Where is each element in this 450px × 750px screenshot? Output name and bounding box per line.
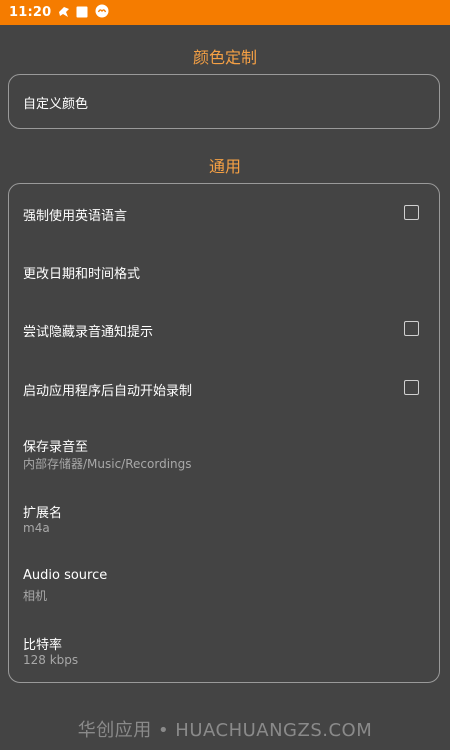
- section-title-color: 颜色定制: [192, 48, 257, 67]
- color-settings-card: 自定义颜色: [8, 74, 440, 129]
- bitrate-value: 128 kbps: [23, 653, 79, 667]
- save-location-row[interactable]: 保存录音至 内部存储器/Music/Recordings: [9, 418, 439, 484]
- status-bar: 11:20: [0, 0, 450, 25]
- force-english-row[interactable]: 强制使用英语语言: [9, 184, 439, 242]
- save-location-label: 保存录音至: [23, 440, 89, 455]
- extension-row[interactable]: 扩展名 m4a: [9, 484, 439, 550]
- section-title-general: 通用: [208, 157, 241, 176]
- custom-color-label: 自定义颜色: [23, 97, 89, 112]
- cat-icon: [95, 3, 109, 22]
- auto-start-recording-checkbox[interactable]: [404, 380, 419, 395]
- hide-notification-label: 尝试隐藏录音通知提示: [23, 325, 154, 340]
- date-time-format-row[interactable]: 更改日期和时间格式: [9, 242, 439, 300]
- auto-start-recording-row[interactable]: 启动应用程序后自动开始录制: [9, 358, 439, 418]
- status-time: 11:20: [9, 5, 52, 20]
- audio-source-row[interactable]: Audio source 相机: [9, 550, 439, 616]
- square-icon: [76, 3, 88, 22]
- extension-value: m4a: [23, 521, 50, 535]
- force-english-checkbox[interactable]: [404, 205, 419, 220]
- watermark: 华创应用 • HUACHUANGZS.COM: [77, 720, 373, 741]
- auto-start-recording-label: 启动应用程序后自动开始录制: [23, 384, 193, 399]
- general-settings-card: 强制使用英语语言 更改日期和时间格式 尝试隐藏录音通知提示 启动应用程序后自动开…: [8, 183, 440, 683]
- audio-source-label: Audio source: [23, 568, 108, 583]
- save-location-value: 内部存储器/Music/Recordings: [23, 457, 192, 471]
- bitrate-label: 比特率: [23, 638, 63, 653]
- bitrate-row[interactable]: 比特率 128 kbps: [9, 616, 439, 682]
- date-time-format-label: 更改日期和时间格式: [23, 267, 141, 282]
- custom-color-row[interactable]: 自定义颜色: [9, 75, 439, 128]
- force-english-label: 强制使用英语语言: [23, 209, 128, 224]
- audio-source-value: 相机: [23, 589, 48, 603]
- extension-label: 扩展名: [23, 506, 63, 521]
- notification-bird-icon: [58, 3, 70, 22]
- hide-notification-checkbox[interactable]: [404, 321, 419, 336]
- hide-notification-row[interactable]: 尝试隐藏录音通知提示: [9, 300, 439, 358]
